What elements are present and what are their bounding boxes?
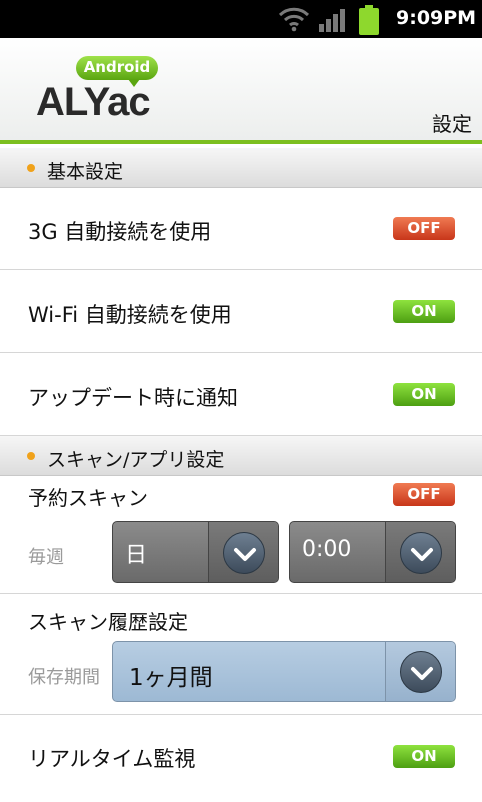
page-title: 設定 <box>432 112 472 136</box>
retention-value: 1ヶ月間 <box>129 665 213 691</box>
section-label: 基本設定 <box>47 161 124 183</box>
setting-label: リアルタイム監視 <box>28 747 196 771</box>
day-spinner[interactable]: 日 <box>112 521 279 583</box>
day-dropdown-button[interactable] <box>208 522 278 582</box>
chevron-down-icon <box>400 532 442 574</box>
setting-row-auto-wifi[interactable]: Wi-Fi 自動接続を使用 ON <box>0 270 482 353</box>
setting-label: アップデート時に通知 <box>28 386 238 410</box>
chevron-down-icon <box>400 651 442 693</box>
scheduled-scan-label: 予約スキャン <box>28 486 148 510</box>
signal-icon <box>319 9 345 32</box>
auto-3g-toggle[interactable]: OFF <box>393 217 455 240</box>
section-header-basic: 基本設定 <box>0 148 482 188</box>
app-header: Android ALYac 設定 <box>0 38 482 144</box>
wifi-icon <box>278 7 310 32</box>
chevron-down-icon <box>223 532 265 574</box>
time-dropdown-button[interactable] <box>385 522 455 582</box>
frequency-label: 毎週 <box>28 547 64 568</box>
retention-spinner[interactable]: 1ヶ月間 <box>112 641 456 702</box>
retention-dropdown-button[interactable] <box>385 642 455 701</box>
section-label: スキャン/アプリ設定 <box>47 449 225 471</box>
android-badge: Android <box>76 56 158 87</box>
time-value: 0:00 <box>302 537 352 562</box>
day-value: 日 <box>125 543 148 568</box>
status-time: 9:09PM <box>396 7 477 29</box>
setting-row-realtime[interactable]: リアルタイム監視 ON <box>0 715 482 802</box>
app-logo: ALYac <box>36 80 151 124</box>
setting-row-scan-history: スキャン履歴設定 保存期間 1ヶ月間 <box>0 594 482 715</box>
setting-row-update-notify[interactable]: アップデート時に通知 ON <box>0 353 482 436</box>
section-header-scan: スキャン/アプリ設定 <box>0 436 482 476</box>
setting-label: Wi-Fi 自動接続を使用 <box>28 303 232 327</box>
update-notify-toggle[interactable]: ON <box>393 383 455 406</box>
section-bullet <box>27 452 35 460</box>
auto-wifi-toggle[interactable]: ON <box>393 300 455 323</box>
setting-row-auto-3g[interactable]: 3G 自動接続を使用 OFF <box>0 188 482 270</box>
battery-icon <box>359 5 379 35</box>
realtime-toggle[interactable]: ON <box>393 745 455 768</box>
scan-history-label: スキャン履歴設定 <box>28 610 188 634</box>
status-bar: 9:09PM <box>0 0 482 38</box>
setting-label: 3G 自動接続を使用 <box>28 220 212 244</box>
scheduled-scan-toggle[interactable]: OFF <box>393 483 455 506</box>
time-spinner[interactable]: 0:00 <box>289 521 456 583</box>
section-bullet <box>27 164 35 172</box>
retention-label: 保存期間 <box>28 667 100 688</box>
setting-row-scheduled-scan: 予約スキャン OFF 毎週 日 0:00 <box>0 476 482 594</box>
